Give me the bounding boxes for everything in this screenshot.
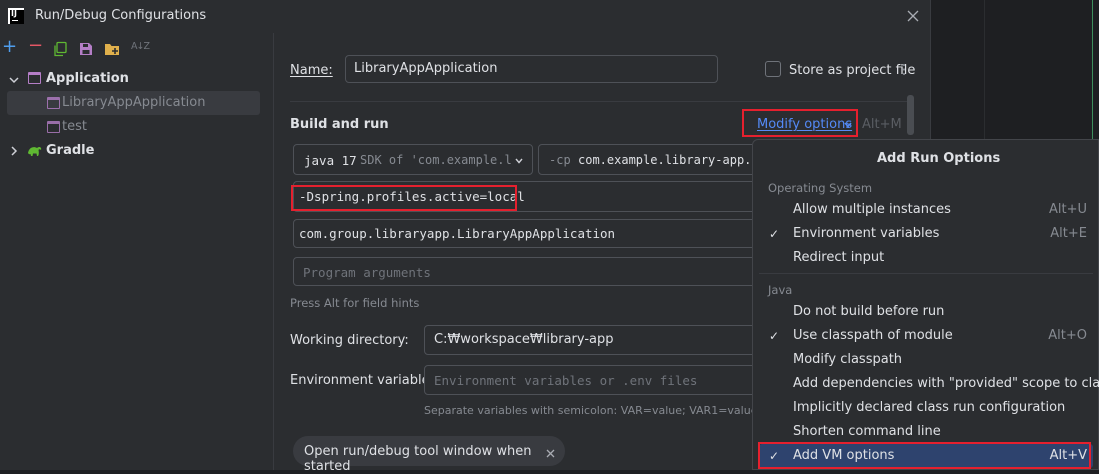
modify-options-link[interactable]: Modify options [757, 117, 852, 132]
menu-item[interactable]: Add dependencies with "provided" scope t… [759, 372, 1099, 396]
menu-item-label: Modify classpath [793, 352, 903, 367]
menu-separator [759, 273, 1093, 274]
tree-label-application: Application [46, 71, 129, 86]
vm-options-highlight [291, 185, 517, 211]
main-class-field[interactable]: com.group.libraryapp.LibraryAppApplicati… [293, 219, 763, 248]
menu-section-header: Operating System [768, 181, 873, 195]
working-directory-field[interactable]: C:₩workspace₩library-app [424, 325, 764, 355]
more-vertical-icon[interactable] [902, 63, 906, 76]
menu-item-label: Environment variables [793, 226, 940, 241]
chevron-down-icon [514, 155, 524, 165]
program-arguments-placeholder: Program arguments [303, 265, 431, 280]
menu-item-shortcut: Alt+E [1050, 226, 1087, 241]
menu-section-header: Java [768, 283, 793, 297]
tree-label-library-app: LibraryAppApplication [62, 95, 206, 110]
title-bar[interactable]: IJ Run/Debug Configurations [0, 0, 930, 33]
remove-icon[interactable]: − [28, 35, 43, 56]
menu-item[interactable]: Allow multiple instances Alt+U [759, 198, 1093, 222]
application-icon [28, 72, 41, 84]
tool-window-option-chip[interactable]: Open run/debug tool window when started [293, 436, 565, 474]
program-arguments-field[interactable]: Program arguments [293, 257, 763, 286]
menu-item-shortcut: Alt+U [1048, 202, 1087, 217]
jdk-detail: SDK of 'com.example.l [360, 153, 512, 167]
main-class-value: com.group.libraryapp.LibraryAppApplicati… [299, 226, 616, 241]
gradle-icon [27, 143, 43, 158]
environment-variables-hint: Separate variables with semicolon: VAR=v… [424, 404, 765, 417]
run-config-icon [47, 97, 60, 109]
section-divider [290, 101, 914, 102]
menu-item-label: Use classpath of module [793, 328, 953, 343]
store-as-project-checkbox[interactable] [765, 61, 781, 77]
menu-item[interactable]: Modify classpath [759, 348, 1093, 372]
tree-item-test[interactable]: test [7, 115, 260, 139]
working-directory-label: Working directory: [290, 333, 409, 348]
name-field[interactable]: LibraryAppApplication [345, 55, 718, 83]
environment-variables-field[interactable]: Environment variables or .env files [424, 365, 764, 395]
intellij-app-icon: IJ [8, 8, 24, 24]
modify-options-shortcut: Alt+M [862, 117, 902, 132]
form-scrollbar[interactable] [907, 95, 914, 135]
sort-icon[interactable]: A↓Z [131, 41, 150, 52]
menu-item-shortcut: Alt+O [1048, 328, 1087, 343]
classpath-select[interactable]: -cp com.example.library-app.m [538, 144, 778, 175]
add-icon[interactable]: + [2, 36, 17, 57]
menu-item-label: Implicitly declared class run configurat… [793, 400, 1066, 415]
menu-item[interactable]: ✓ Use classpath of module Alt+O [759, 324, 1093, 348]
environment-variables-placeholder: Environment variables or .env files [434, 373, 698, 388]
configuration-tree-panel: + − A↓Z Application LibraryAppApplicatio… [0, 33, 274, 470]
checkmark-icon: ✓ [769, 329, 780, 343]
tree-label-test: test [62, 119, 87, 134]
chevron-right-icon[interactable] [8, 145, 20, 157]
add-run-options-popup: Add Run Options Operating System Allow mu… [752, 139, 1099, 470]
menu-item-label: Redirect input [793, 250, 885, 265]
tree-item-application[interactable]: Application [0, 67, 273, 91]
classpath-value: com.example.library-app.m [578, 153, 759, 167]
jdk-version: java 17 [304, 153, 357, 168]
menu-item-label: Add dependencies with "provided" scope t… [793, 376, 1099, 391]
checkmark-icon: ✓ [769, 227, 780, 241]
working-directory-value: C:₩workspace₩library-app [434, 332, 614, 347]
chevron-down-icon[interactable] [8, 74, 20, 86]
copy-icon[interactable] [52, 41, 68, 57]
menu-item[interactable]: Shorten command line [759, 420, 1093, 444]
menu-item-label: Shorten command line [793, 424, 941, 439]
tree-item-gradle[interactable]: Gradle [0, 139, 273, 163]
menu-item[interactable]: ✓ Environment variables Alt+E [759, 222, 1093, 246]
close-icon[interactable] [546, 447, 555, 458]
menu-item-label: Do not build before run [793, 304, 945, 319]
tree-item-library-app[interactable]: LibraryAppApplication [7, 91, 260, 115]
tree-toolbar: + − A↓Z [0, 33, 273, 63]
build-run-title: Build and run [290, 117, 389, 132]
environment-variables-label: Environment variables: [290, 373, 441, 388]
menu-item-label: Allow multiple instances [793, 202, 951, 217]
save-icon[interactable] [78, 41, 94, 57]
name-label: Name: [290, 63, 333, 78]
menu-item[interactable]: Implicitly declared class run configurat… [759, 396, 1093, 420]
store-as-project-label[interactable]: Store as project file [789, 63, 915, 78]
run-config-icon [47, 121, 60, 133]
name-field-value: LibraryAppApplication [354, 61, 498, 76]
classpath-flag: -cp [549, 153, 571, 167]
add-vm-options-highlight [758, 442, 1091, 469]
menu-item[interactable]: Redirect input [759, 246, 1093, 270]
popup-title: Add Run Options [877, 151, 1001, 166]
chevron-down-icon[interactable] [843, 119, 853, 129]
field-hint: Press Alt for field hints [290, 296, 420, 310]
new-folder-icon[interactable] [104, 41, 120, 57]
menu-item[interactable]: Do not build before run [759, 300, 1093, 324]
close-icon[interactable] [906, 9, 920, 23]
jdk-select[interactable]: java 17 SDK of 'com.example.l [293, 144, 533, 175]
window-title: Run/Debug Configurations [35, 8, 207, 23]
tree-label-gradle: Gradle [46, 143, 95, 158]
